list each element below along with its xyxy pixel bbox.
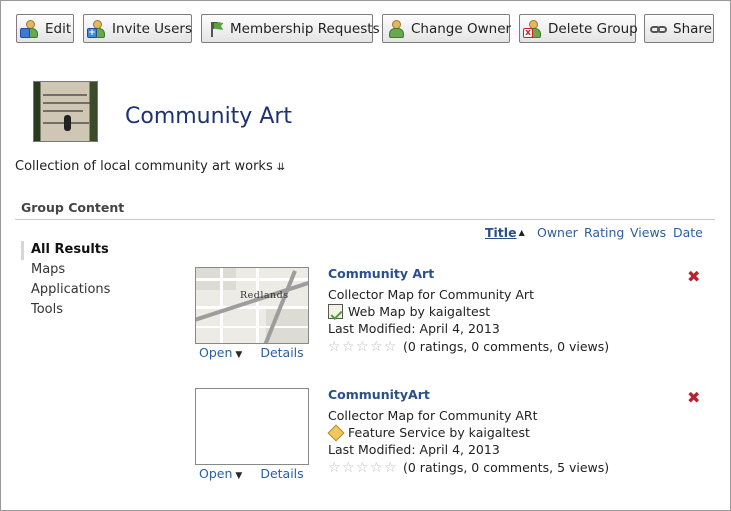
star-icon: ☆ (342, 338, 355, 355)
invite-users-button[interactable]: + Invite Users (83, 14, 192, 43)
group-content-heading: Group Content (21, 200, 125, 215)
group-thumbnail (33, 81, 98, 142)
group-title: Community Art (125, 104, 293, 129)
star-icon: ☆ (370, 338, 383, 355)
filter-all-results[interactable]: All Results (31, 242, 109, 257)
chevron-down-icon: ▼ (235, 350, 243, 360)
item-snippet: Collector Map for Community ARt (328, 408, 538, 423)
sort-by-date[interactable]: Date (673, 225, 703, 241)
delete-group-icon: x (523, 19, 544, 39)
remove-item-icon[interactable]: ✖ (687, 267, 700, 286)
group-description: Collection of local community art works ⇊ (15, 159, 285, 174)
details-link[interactable]: Details (260, 345, 303, 360)
item-modified: Last Modified: April 4, 2013 (328, 442, 500, 457)
filter-tools[interactable]: Tools (31, 302, 63, 317)
details-link[interactable]: Details (260, 466, 303, 481)
open-menu[interactable]: Open ▼ (199, 466, 242, 481)
membership-requests-button[interactable]: Membership Requests (201, 14, 380, 43)
group-page: Edit + Invite Users Membership Requests … (0, 0, 731, 511)
edit-button-label: Edit (45, 20, 72, 37)
item-type-line: Feature Service by kaigaltest (328, 425, 530, 440)
membership-requests-label: Membership Requests (230, 20, 380, 37)
feature-service-icon (328, 425, 343, 440)
sort-by-owner[interactable]: Owner (537, 225, 578, 241)
share-button[interactable]: Share (644, 14, 714, 43)
star-icon: ☆ (356, 338, 369, 355)
link-icon (649, 19, 669, 39)
star-icon: ☆ (370, 459, 383, 476)
item-snippet: Collector Map for Community Art (328, 287, 534, 302)
star-icon: ☆ (328, 459, 341, 476)
sort-title-label: Title (485, 225, 517, 240)
open-label: Open (199, 466, 233, 481)
item-title-link[interactable]: CommunityArt (328, 387, 430, 402)
open-menu[interactable]: Open ▼ (199, 345, 242, 360)
sort-ascending-icon: ▲ (518, 228, 525, 237)
active-filter-indicator (21, 241, 24, 260)
item-actions: Open ▼ Details (199, 345, 304, 360)
change-owner-button[interactable]: Change Owner (382, 14, 512, 43)
star-icon: ☆ (384, 459, 397, 476)
flag-icon (206, 19, 226, 39)
item-stats: (0 ratings, 0 comments, 5 views) (403, 460, 610, 475)
delete-group-button[interactable]: x Delete Group (519, 14, 638, 43)
change-owner-label: Change Owner (411, 20, 512, 37)
star-icon: ☆ (342, 459, 355, 476)
item-modified: Last Modified: April 4, 2013 (328, 321, 500, 336)
item-type-text: Web Map by kaigaltest (348, 304, 491, 319)
item-actions: Open ▼ Details (199, 466, 304, 481)
item-type-text: Feature Service by kaigaltest (348, 425, 530, 440)
invite-users-label: Invite Users (112, 20, 192, 37)
item-stats: (0 ratings, 0 comments, 0 views) (403, 339, 610, 354)
item-rating: ☆ ☆ ☆ ☆ ☆ (0 ratings, 0 comments, 0 view… (328, 339, 609, 354)
item-type-line: Web Map by kaigaltest (328, 304, 490, 319)
item-thumbnail[interactable] (195, 388, 309, 465)
remove-item-icon[interactable]: ✖ (687, 388, 700, 407)
item-thumbnail[interactable]: Redlands (195, 267, 309, 344)
group-description-text: Collection of local community art works (15, 159, 273, 174)
filter-applications[interactable]: Applications (31, 282, 110, 297)
sort-by-title[interactable]: Title ▲ (485, 225, 525, 241)
sort-by-views[interactable]: Views (630, 225, 666, 241)
star-icon: ☆ (328, 338, 341, 355)
edit-group-icon (20, 19, 41, 39)
group-toolbar: Edit + Invite Users Membership Requests … (16, 14, 716, 44)
rating-stars[interactable]: ☆ ☆ ☆ ☆ ☆ (328, 340, 398, 354)
section-divider (15, 219, 715, 220)
share-label: Share (673, 20, 712, 37)
chevron-down-icon: ▼ (235, 471, 243, 481)
delete-group-label: Delete Group (548, 20, 638, 37)
change-owner-icon (387, 19, 407, 39)
map-place-label: Redlands (240, 290, 289, 301)
item-rating: ☆ ☆ ☆ ☆ ☆ (0 ratings, 0 comments, 5 view… (328, 460, 609, 475)
edit-button[interactable]: Edit (16, 14, 74, 43)
star-icon: ☆ (384, 338, 397, 355)
sort-by-rating[interactable]: Rating (584, 225, 624, 241)
rating-stars[interactable]: ☆ ☆ ☆ ☆ ☆ (328, 461, 398, 475)
item-title-link[interactable]: Community Art (328, 266, 434, 281)
invite-users-icon: + (87, 19, 108, 39)
filter-maps[interactable]: Maps (31, 262, 65, 277)
star-icon: ☆ (356, 459, 369, 476)
expand-description-icon[interactable]: ⇊ (277, 162, 285, 173)
open-label: Open (199, 345, 233, 360)
web-map-icon (328, 304, 343, 319)
